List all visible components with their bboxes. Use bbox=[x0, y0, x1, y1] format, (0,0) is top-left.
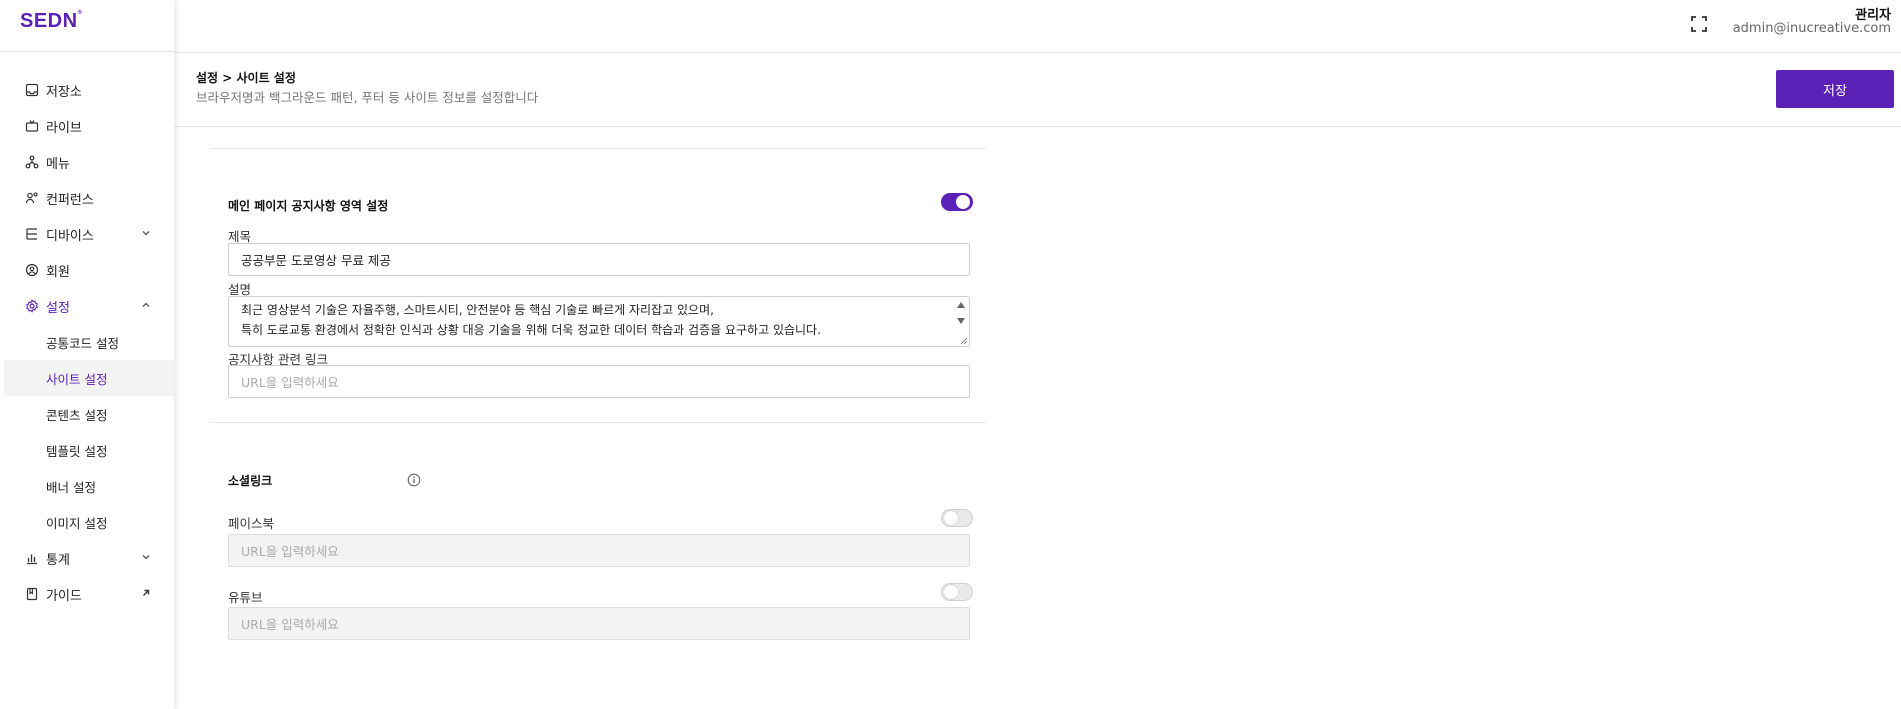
notice-enabled-toggle[interactable] bbox=[941, 193, 973, 211]
device-icon bbox=[24, 226, 40, 242]
chevron-down-icon bbox=[142, 555, 150, 560]
divider bbox=[210, 148, 986, 149]
toggle-knob bbox=[944, 585, 958, 599]
sidebar-item-live[interactable]: 라이브 bbox=[0, 108, 174, 144]
social-youtube-label: 유튜브 bbox=[228, 590, 263, 605]
external-link-icon bbox=[143, 589, 150, 596]
chart-icon bbox=[24, 550, 40, 566]
save-button[interactable]: 저장 bbox=[1776, 70, 1894, 108]
sidebar-item-device[interactable]: 디바이스 bbox=[0, 216, 174, 252]
info-icon[interactable] bbox=[407, 473, 421, 487]
facebook-toggle[interactable] bbox=[941, 509, 973, 527]
notice-section-title: 메인 페이지 공지사항 영역 설정 bbox=[228, 199, 389, 213]
tv-icon bbox=[24, 118, 40, 134]
sidebar-nav: 저장소 라이브 메뉴 컨퍼런스 디바이스 회원 설정 공통코드 설정 사이트 설… bbox=[0, 52, 174, 612]
user-email: admin@inucreative.com bbox=[1732, 21, 1891, 36]
top-header: 관리자 admin@inucreative.com bbox=[174, 0, 1901, 53]
sidebar-subitem-image-settings[interactable]: 이미지 설정 bbox=[0, 504, 174, 540]
notice-desc-line: 최근 영상분석 기술은 자율주행, 스마트시티, 안전분야 등 핵심 기술로 빠… bbox=[241, 303, 714, 317]
sidebar-item-label: 가이드 bbox=[46, 588, 82, 604]
breadcrumb: 설정 > 사이트 설정 bbox=[196, 71, 296, 85]
toggle-knob bbox=[944, 511, 958, 525]
logo-text: SEDN bbox=[20, 10, 78, 32]
sidebar-subitem-content-settings[interactable]: 콘텐츠 설정 bbox=[0, 396, 174, 432]
sidebar-subitem-label: 공통코드 설정 bbox=[46, 335, 119, 351]
sidebar-item-label: 디바이스 bbox=[46, 228, 94, 244]
sidebar-subitem-label: 배너 설정 bbox=[46, 479, 96, 495]
sidebar-item-menu[interactable]: 메뉴 bbox=[0, 144, 174, 180]
youtube-url-input[interactable]: URL을 입력하세요 bbox=[228, 607, 970, 640]
social-section-title: 소셜링크 bbox=[228, 474, 273, 488]
sidebar-item-label: 컨퍼런스 bbox=[46, 192, 94, 208]
notice-desc-line: 특히 도로교통 환경에서 정확한 인식과 상황 대응 기술을 위해 더욱 정교한… bbox=[241, 323, 821, 337]
resize-grip-icon[interactable] bbox=[958, 335, 968, 345]
sidebar-subitem-label: 이미지 설정 bbox=[46, 515, 108, 531]
notice-title-input[interactable]: 공공부문 도로영상 무료 제공 bbox=[228, 243, 970, 276]
scroll-up-icon[interactable] bbox=[956, 301, 966, 309]
notice-link-input[interactable]: URL을 입력하세요 bbox=[228, 365, 970, 398]
divider bbox=[210, 422, 986, 423]
sidebar-subitem-template-settings[interactable]: 템플릿 설정 bbox=[0, 432, 174, 468]
sidebar: SEDN® 저장소 라이브 메뉴 컨퍼런스 디바이스 회원 설정 공통코드 설정… bbox=[0, 0, 174, 709]
sidebar-item-label: 통계 bbox=[46, 552, 70, 568]
sidebar-item-storage[interactable]: 저장소 bbox=[0, 72, 174, 108]
fullscreen-icon[interactable] bbox=[1690, 15, 1708, 33]
sidebar-subitem-label: 콘텐츠 설정 bbox=[46, 407, 108, 423]
social-facebook-label: 페이스북 bbox=[228, 516, 275, 531]
sidebar-item-label: 설정 bbox=[46, 300, 70, 316]
sidebar-subitem-banner-settings[interactable]: 배너 설정 bbox=[0, 468, 174, 504]
notice-desc-textarea[interactable]: 최근 영상분석 기술은 자율주행, 스마트시티, 안전분야 등 핵심 기술로 빠… bbox=[228, 296, 970, 347]
people-icon bbox=[24, 190, 40, 206]
sidebar-item-guide[interactable]: 가이드 bbox=[0, 576, 174, 612]
page-header: 설정 > 사이트 설정 브라우저명과 백그라운드 패턴, 푸터 등 사이트 정보… bbox=[174, 53, 1901, 127]
logo[interactable]: SEDN® bbox=[0, 0, 174, 52]
youtube-toggle[interactable] bbox=[941, 583, 973, 601]
sidebar-item-label: 라이브 bbox=[46, 120, 82, 136]
page-description: 브라우저명과 백그라운드 패턴, 푸터 등 사이트 정보를 설정합니다 bbox=[196, 90, 539, 105]
sidebar-item-settings[interactable]: 설정 bbox=[0, 288, 174, 324]
sidebar-item-member[interactable]: 회원 bbox=[0, 252, 174, 288]
sidebar-item-label: 저장소 bbox=[46, 84, 82, 100]
menu-tree-icon bbox=[24, 154, 40, 170]
settings-content: 메인 페이지 공지사항 영역 설정 제목 공공부문 도로영상 무료 제공 설명 … bbox=[174, 127, 1901, 709]
sidebar-subitem-site-settings[interactable]: 사이트 설정 bbox=[4, 360, 174, 396]
sidebar-subitem-label: 템플릿 설정 bbox=[46, 443, 108, 459]
sidebar-item-conference[interactable]: 컨퍼런스 bbox=[0, 180, 174, 216]
sidebar-item-label: 회원 bbox=[46, 264, 70, 280]
book-icon bbox=[24, 586, 40, 602]
storage-icon bbox=[24, 82, 40, 98]
chevron-down-icon bbox=[142, 231, 150, 236]
chevron-up-icon bbox=[142, 302, 150, 307]
sidebar-subitem-label: 사이트 설정 bbox=[46, 371, 108, 387]
toggle-knob bbox=[956, 195, 970, 209]
sidebar-subitem-common-code[interactable]: 공통코드 설정 bbox=[0, 324, 174, 360]
user-icon bbox=[24, 262, 40, 278]
gear-icon bbox=[24, 298, 40, 314]
sidebar-item-stats[interactable]: 통계 bbox=[0, 540, 174, 576]
sidebar-item-label: 메뉴 bbox=[46, 156, 70, 172]
facebook-url-input[interactable]: URL을 입력하세요 bbox=[228, 534, 970, 567]
scroll-down-icon[interactable] bbox=[956, 317, 966, 325]
